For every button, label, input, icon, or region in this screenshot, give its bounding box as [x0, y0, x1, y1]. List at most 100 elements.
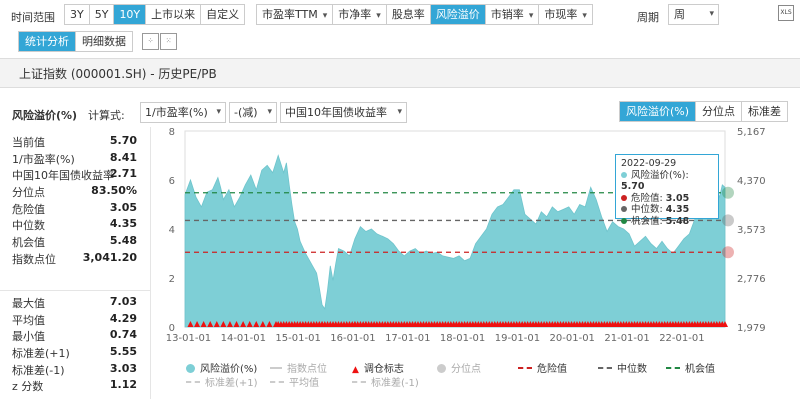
select-numerator[interactable]: 1/市盈率(%) ▾ [140, 102, 226, 123]
legend-item[interactable]: 风险溢价(%) [186, 360, 257, 375]
tooltip-row: 危险值: 3.05 [621, 193, 713, 205]
metric-ps[interactable]: 市销率 ▾ [485, 5, 540, 24]
metric-selector: 市盈率TTM ▾ 市净率 ▾ 股息率 风险溢价 市销率 ▾ 市现率 ▾ [256, 4, 593, 25]
range-since-listing[interactable]: 上市以来 [146, 5, 202, 24]
range-5y[interactable]: 5Y [89, 5, 115, 24]
stat-label: 标准差(-1) [12, 363, 65, 377]
legend-label: 机会值 [685, 364, 715, 375]
tab-percentile[interactable]: 分位点 [696, 102, 743, 121]
stat-label: 平均值 [12, 313, 45, 327]
tooltip-rows: 风险溢价(%): 5.70 危险值: 3.05 中位数: 4.35 机会值: 5.48 [621, 170, 713, 228]
tooltip-row: 机会值: 5.48 [621, 216, 713, 228]
tab-statistics[interactable]: 统计分析 [19, 32, 76, 51]
range-label: 时间范围 [11, 11, 55, 24]
metric-dividend[interactable]: 股息率 [386, 5, 431, 24]
chart-tooltip: 2022-09-29 风险溢价(%): 5.70 危险值: 3.05 中位数: 4.… [615, 154, 719, 227]
metric-pe-ttm[interactable]: 市盈率TTM ▾ [257, 5, 334, 24]
stat-row: 中位数 4.35 [12, 217, 137, 234]
stat-value: 5.55 [109, 345, 137, 359]
collapse-icon[interactable]: ⁙ [160, 33, 177, 50]
period-label: 周期 [637, 11, 659, 24]
tooltip-value: 5.48 [665, 215, 690, 227]
tab-risk-premium[interactable]: 风险溢价(%) [620, 102, 697, 121]
y-left-tick-label: 6 [169, 176, 175, 187]
view-tabs: 统计分析 明细数据 [18, 31, 133, 52]
series-label: 风险溢价(%) [12, 109, 78, 122]
excel-icon[interactable]: XLS [778, 5, 794, 21]
legend-dot-icon [186, 364, 195, 373]
legend-item[interactable]: 指数点位 [270, 360, 327, 375]
y-left-tick-label: 4 [169, 225, 175, 236]
stat-row: 最小值 0.74 [12, 328, 137, 345]
metric-risk-premium[interactable]: 风险溢价 [430, 5, 486, 24]
tooltip-value: 4.35 [665, 204, 690, 215]
stat-value: 3,041.20 [82, 250, 137, 264]
stat-value: 8.41 [109, 150, 137, 164]
stat-label: 分位点 [12, 186, 45, 200]
reference-end-dot [722, 214, 734, 227]
legend-item[interactable]: 危险值 [518, 360, 567, 375]
legend-dash-icon [598, 367, 612, 369]
stats-bottom: 最大值 7.03 平均值 4.29 最小值 0.74 标准差(+1) 5.55 标准差(-1) 3… [12, 295, 137, 395]
stat-value: 4.29 [109, 311, 137, 325]
metric-pb[interactable]: 市净率 ▾ [333, 5, 387, 24]
tab-std[interactable]: 标准差 [742, 102, 787, 121]
range-custom[interactable]: 自定义 [201, 5, 245, 24]
stat-row: 危险值 3.05 [12, 201, 137, 218]
legend-label: 分位点 [451, 364, 481, 375]
stat-row: 平均值 4.29 [12, 312, 137, 329]
stat-value: 0.74 [109, 328, 137, 342]
legend-dash-icon [518, 367, 532, 369]
x-tick-label: 13-01-01 [166, 333, 211, 344]
y-right-tick-label: 5,167 [737, 127, 766, 138]
y-right-tick-label: 1,979 [737, 323, 766, 334]
stat-label: 1/市盈率(%) [12, 152, 75, 166]
stat-label: 当前值 [12, 136, 45, 149]
select-operator[interactable]: -(减) ▾ [229, 102, 277, 123]
expand-icon[interactable]: ⁘ [142, 33, 159, 50]
stat-label: 中位数 [12, 219, 45, 233]
stat-label: 中国10年国债收益率 [12, 169, 114, 183]
y-right-tick-label: 3,573 [737, 225, 766, 236]
stat-row: 分位点 83.50% [12, 184, 137, 201]
legend-item[interactable]: 标准差(+1) [186, 374, 258, 389]
stat-row: 指数点位 3,041.20 [12, 251, 137, 268]
stat-value: 1.12 [109, 378, 137, 392]
legend-item[interactable]: 平均值 [270, 374, 319, 389]
tab-details[interactable]: 明细数据 [76, 32, 132, 51]
legend-item[interactable]: 标准差(-1) [352, 374, 419, 389]
select-bond-yield[interactable]: 中国10年国债收益率 ▾ [280, 102, 407, 123]
reference-end-dot [722, 186, 734, 199]
tooltip-value: 5.70 [621, 181, 645, 192]
metric-pcf[interactable]: 市现率 ▾ [539, 5, 592, 24]
x-tick-label: 17-01-01 [385, 333, 430, 344]
legend-item[interactable]: 分位点 [437, 360, 481, 375]
legend-item[interactable]: ▲ 调仓标志 [352, 360, 404, 375]
stat-label: 机会值 [12, 236, 45, 250]
title-bar: 上证指数 (000001.SH) - 历史PE/PB [0, 58, 800, 88]
stat-value: 3.05 [109, 200, 137, 214]
legend-dot-icon [621, 194, 627, 201]
legend-label: 中位数 [617, 364, 647, 375]
legend-label: 标准差(+1) [205, 378, 258, 389]
legend-dot-icon [437, 364, 446, 373]
legend-dot-icon [621, 206, 627, 212]
stat-value: 4.35 [109, 217, 137, 231]
formula-label: 计算式: [88, 109, 125, 122]
select-operator-value: -(减) [234, 106, 258, 119]
tooltip-key: 危险值 [631, 192, 660, 204]
stat-value: 3.03 [109, 361, 137, 375]
range-10y[interactable]: 10Y [114, 5, 147, 24]
period-value: 周 [674, 8, 685, 21]
tooltip-key: 中位数 [631, 204, 660, 215]
stats-top: 当前值 5.70 1/市盈率(%) 8.41 中国10年国债收益率 2.71 分位点 83.5… [12, 134, 137, 268]
range-3y[interactable]: 3Y [65, 5, 90, 24]
legend-dot-icon [621, 171, 627, 178]
period-select[interactable]: 周 ▾ [668, 4, 719, 25]
stat-value: 5.48 [109, 234, 137, 248]
x-tick-label: 19-01-01 [495, 333, 540, 344]
legend-item[interactable]: 机会值 [666, 360, 715, 375]
legend-item[interactable]: 中位数 [598, 360, 647, 375]
x-tick-label: 18-01-01 [440, 333, 485, 344]
stat-value: 83.50% [91, 184, 137, 198]
